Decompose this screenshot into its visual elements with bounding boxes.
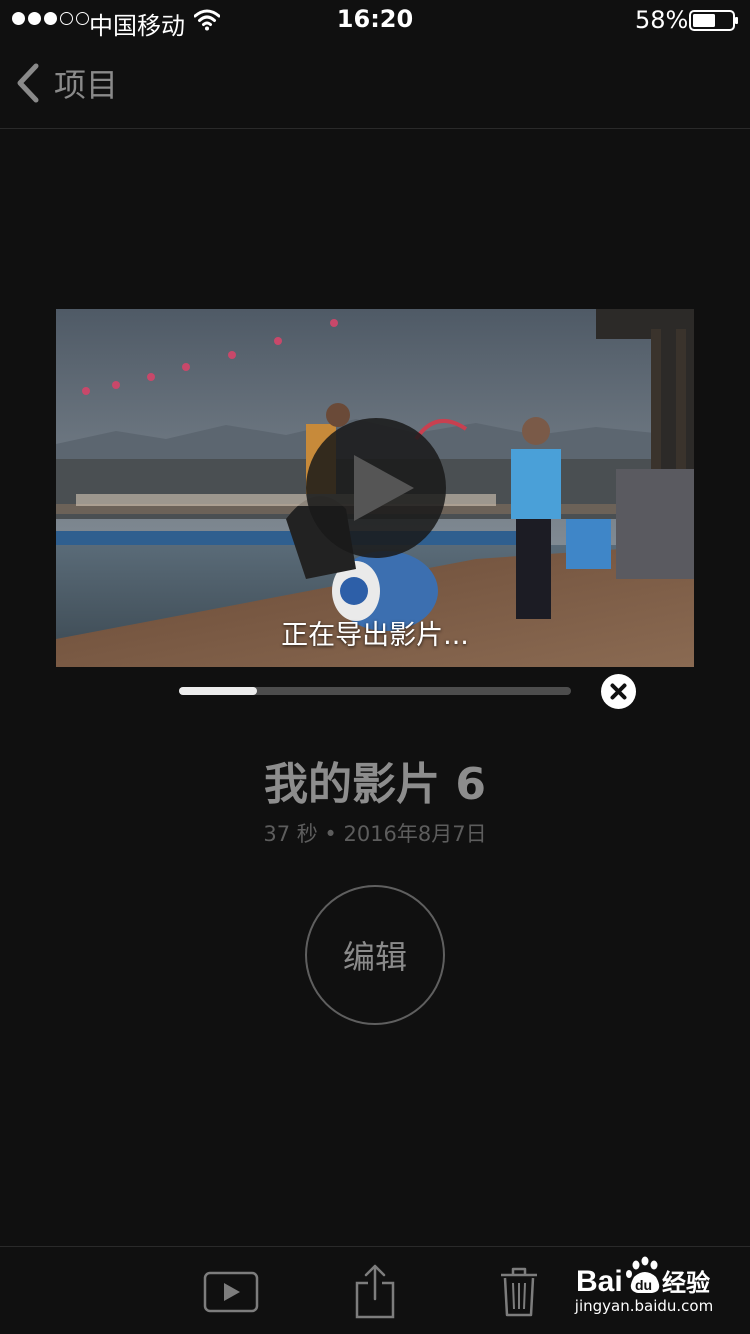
movie-title: 我的影片 6: [264, 759, 486, 810]
share-button[interactable]: [354, 1263, 396, 1319]
navigation-bar: 项目: [0, 40, 750, 129]
play-icon: [354, 455, 414, 521]
play-icon: [203, 1271, 259, 1313]
video-preview[interactable]: 正在导出影片...: [56, 309, 694, 667]
battery-icon: [689, 10, 738, 31]
delete-button[interactable]: [499, 1266, 539, 1318]
svg-text:du: du: [635, 1277, 652, 1293]
baidu-jingyan-watermark: Bai du 经验 jingyan.baidu.com: [574, 1255, 714, 1321]
close-icon: [610, 683, 627, 700]
baidu-logo: Bai du 经验: [576, 1256, 710, 1298]
back-button[interactable]: 项目: [14, 58, 118, 108]
trash-icon: [501, 1267, 537, 1317]
share-icon: [355, 1264, 395, 1319]
export-progress-bar: [179, 687, 571, 695]
export-progress-fill: [179, 687, 258, 695]
svg-text:经验: 经验: [662, 1269, 710, 1297]
watermark-url: jingyan.baidu.com: [574, 1297, 714, 1315]
export-status-text: 正在导出影片...: [281, 620, 469, 651]
play-movie-button[interactable]: [203, 1271, 259, 1313]
cancel-export-button[interactable]: [601, 674, 636, 709]
battery-percent: 58%: [635, 6, 689, 34]
play-button[interactable]: [306, 418, 446, 558]
movie-metadata: 37 秒 • 2016年8月7日: [263, 822, 487, 846]
svg-text:Bai: Bai: [576, 1265, 623, 1298]
back-button-label: 项目: [54, 66, 119, 104]
chevron-left-icon: [17, 63, 39, 103]
status-bar: 中国移动 16:20 58%: [0, 0, 750, 40]
screen: 中国移动 16:20 58% 项目 正在导出影片... 我的影片 6 37 秒 …: [0, 0, 750, 1334]
edit-button[interactable]: 编辑: [305, 885, 445, 1025]
